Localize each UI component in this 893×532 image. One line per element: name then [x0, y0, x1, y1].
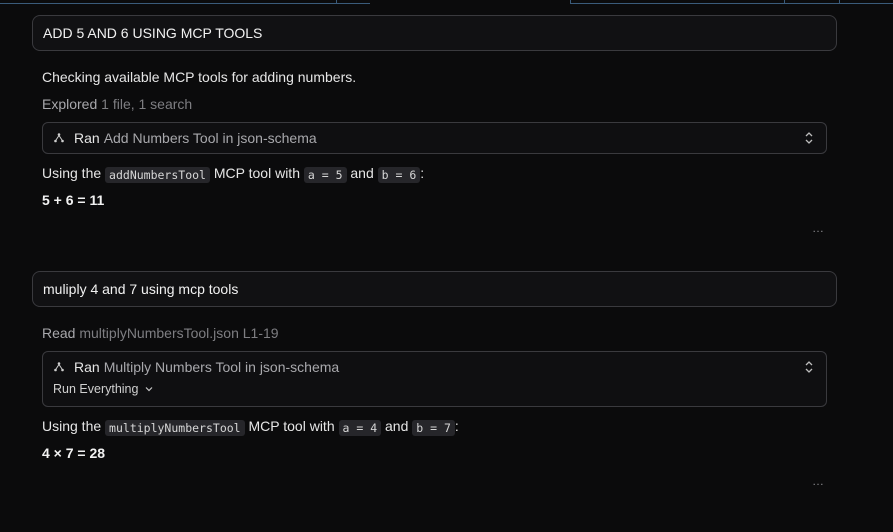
tool-usage-text: Using the addNumbersTool MCP tool with a…: [42, 165, 425, 183]
tool-call-name: Add Numbers Tool in json-schema: [103, 130, 317, 146]
tool-call-header: Ran Multiply Numbers Tool in json-schema: [53, 359, 339, 375]
tab-divider: [839, 0, 840, 4]
tool-call-verb: Ran: [74, 359, 100, 375]
usage-mid: MCP tool with: [213, 165, 300, 181]
tool-call-verb: Ran: [74, 130, 100, 146]
tool-usage-text: Using the multiplyNumbersTool MCP tool w…: [42, 418, 459, 436]
more-dots-icon[interactable]: …: [812, 221, 824, 235]
arg-a-code: a = 5: [303, 167, 347, 183]
explored-detail: 1 file, 1 search: [101, 96, 193, 112]
mcp-tool-icon: [54, 133, 64, 143]
usage-prefix: Using the: [42, 418, 102, 434]
read-detail: multiplyNumbersTool.json L1-19: [79, 325, 279, 341]
usage-suffix: :: [420, 165, 425, 181]
arg-a-code: a = 4: [338, 420, 382, 436]
usage-mid: MCP tool with: [248, 418, 335, 434]
run-mode-dropdown[interactable]: Run Everything: [53, 382, 153, 396]
tool-call-card[interactable]: Ran Add Numbers Tool in json-schema: [42, 122, 827, 154]
more-dots-icon[interactable]: …: [812, 474, 824, 488]
chevron-down-icon: [146, 387, 153, 392]
expand-collapse-chevron-icon[interactable]: [804, 360, 814, 374]
tool-code: addNumbersTool: [105, 167, 210, 183]
mcp-tool-icon: [54, 362, 64, 372]
tab-divider: [336, 0, 337, 4]
result-text: 5 + 6 = 11: [42, 192, 105, 208]
arg-b-code: b = 7: [412, 420, 455, 436]
usage-and: and: [385, 418, 409, 434]
user-prompt-bubble[interactable]: ADD 5 AND 6 USING MCP TOOLS: [32, 15, 837, 51]
tab-underline-left: [0, 3, 370, 4]
explored-label: Explored: [42, 96, 98, 112]
arg-b-code: b = 6: [377, 167, 421, 183]
assistant-status-text: Checking available MCP tools for adding …: [42, 69, 357, 85]
top-tab-strip: [0, 0, 893, 4]
tab-divider: [570, 0, 571, 4]
tool-call-header: Ran Add Numbers Tool in json-schema: [53, 130, 317, 146]
tool-call-name: Multiply Numbers Tool in json-schema: [103, 359, 340, 375]
read-summary[interactable]: Read multiplyNumbersTool.json L1-19: [42, 325, 279, 341]
expand-collapse-chevron-icon[interactable]: [804, 131, 814, 145]
user-prompt-text: ADD 5 AND 6 USING MCP TOOLS: [43, 25, 263, 41]
tab-divider: [784, 0, 785, 4]
user-prompt-text: muliply 4 and 7 using mcp tools: [43, 281, 239, 297]
read-label: Read: [42, 325, 76, 341]
run-mode-label: Run Everything: [53, 382, 139, 396]
tab-underline-right: [570, 3, 893, 4]
user-prompt-bubble[interactable]: muliply 4 and 7 using mcp tools: [32, 271, 837, 307]
usage-suffix: :: [454, 418, 459, 434]
usage-and: and: [350, 165, 374, 181]
usage-prefix: Using the: [42, 165, 102, 181]
explored-summary[interactable]: Explored 1 file, 1 search: [42, 96, 192, 112]
tool-code: multiplyNumbersTool: [105, 420, 245, 436]
result-text: 4 × 7 = 28: [42, 445, 106, 461]
tool-call-card[interactable]: Ran Multiply Numbers Tool in json-schema…: [42, 351, 827, 407]
